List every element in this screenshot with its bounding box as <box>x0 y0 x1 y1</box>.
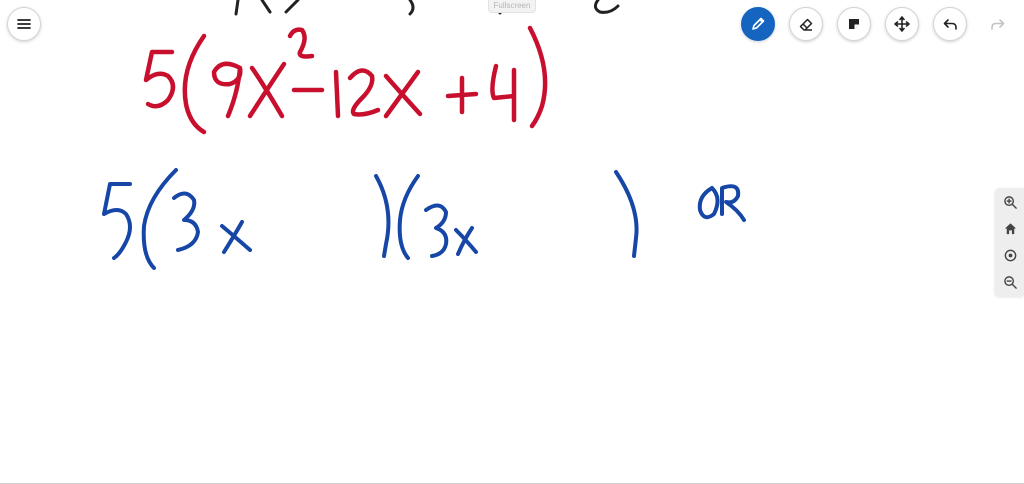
blue-3-2 <box>424 203 449 258</box>
ink-red-expression <box>143 25 548 135</box>
zoom-out-button[interactable] <box>999 271 1021 293</box>
blue-x-1b <box>222 220 244 254</box>
hamburger-menu-icon <box>17 19 31 29</box>
whiteboard-canvas[interactable] <box>0 0 1024 484</box>
undo-icon <box>943 19 957 30</box>
ink-black-top <box>234 0 620 16</box>
blue-R <box>720 184 746 222</box>
red-exponent-2 <box>287 27 315 59</box>
blue-5 <box>102 182 132 260</box>
red-9 <box>211 61 243 119</box>
move-tool-button[interactable] <box>885 7 919 41</box>
home-icon <box>1004 222 1016 234</box>
sticky-note-icon <box>849 19 859 29</box>
redo-button[interactable] <box>981 7 1015 41</box>
zoom-controls <box>996 188 1024 296</box>
red-open-paren <box>182 33 207 135</box>
zoom-in-icon <box>1003 195 1017 209</box>
home-button[interactable] <box>999 217 1021 239</box>
move-icon <box>894 16 910 32</box>
zoom-out-icon <box>1003 275 1017 289</box>
red-1 <box>333 69 341 119</box>
blue-open-paren-1 <box>141 168 178 270</box>
blue-3-1 <box>172 191 200 252</box>
redo-icon <box>991 19 1005 30</box>
blue-close-paren-1 <box>374 174 391 258</box>
zoom-in-button[interactable] <box>999 191 1021 213</box>
center-view-button[interactable] <box>999 244 1021 266</box>
ink-blue-expression <box>102 168 746 270</box>
undo-button[interactable] <box>933 7 967 41</box>
red-4 <box>490 63 517 123</box>
menu-button[interactable] <box>7 7 41 41</box>
fullscreen-button[interactable]: Fullscreen <box>488 0 536 13</box>
eraser-tool-button[interactable] <box>789 7 823 41</box>
red-close-paren <box>527 25 548 129</box>
blue-close-paren-2 <box>614 170 639 258</box>
red-2 <box>347 68 381 117</box>
pencil-icon <box>752 17 765 30</box>
pencil-tool-button[interactable] <box>741 7 775 41</box>
blue-O <box>697 186 720 220</box>
blue-open-paren-2 <box>397 174 420 260</box>
target-icon <box>1004 249 1016 261</box>
red-5 <box>143 49 176 109</box>
sticky-note-tool-button[interactable] <box>837 7 871 41</box>
eraser-icon <box>799 18 813 31</box>
